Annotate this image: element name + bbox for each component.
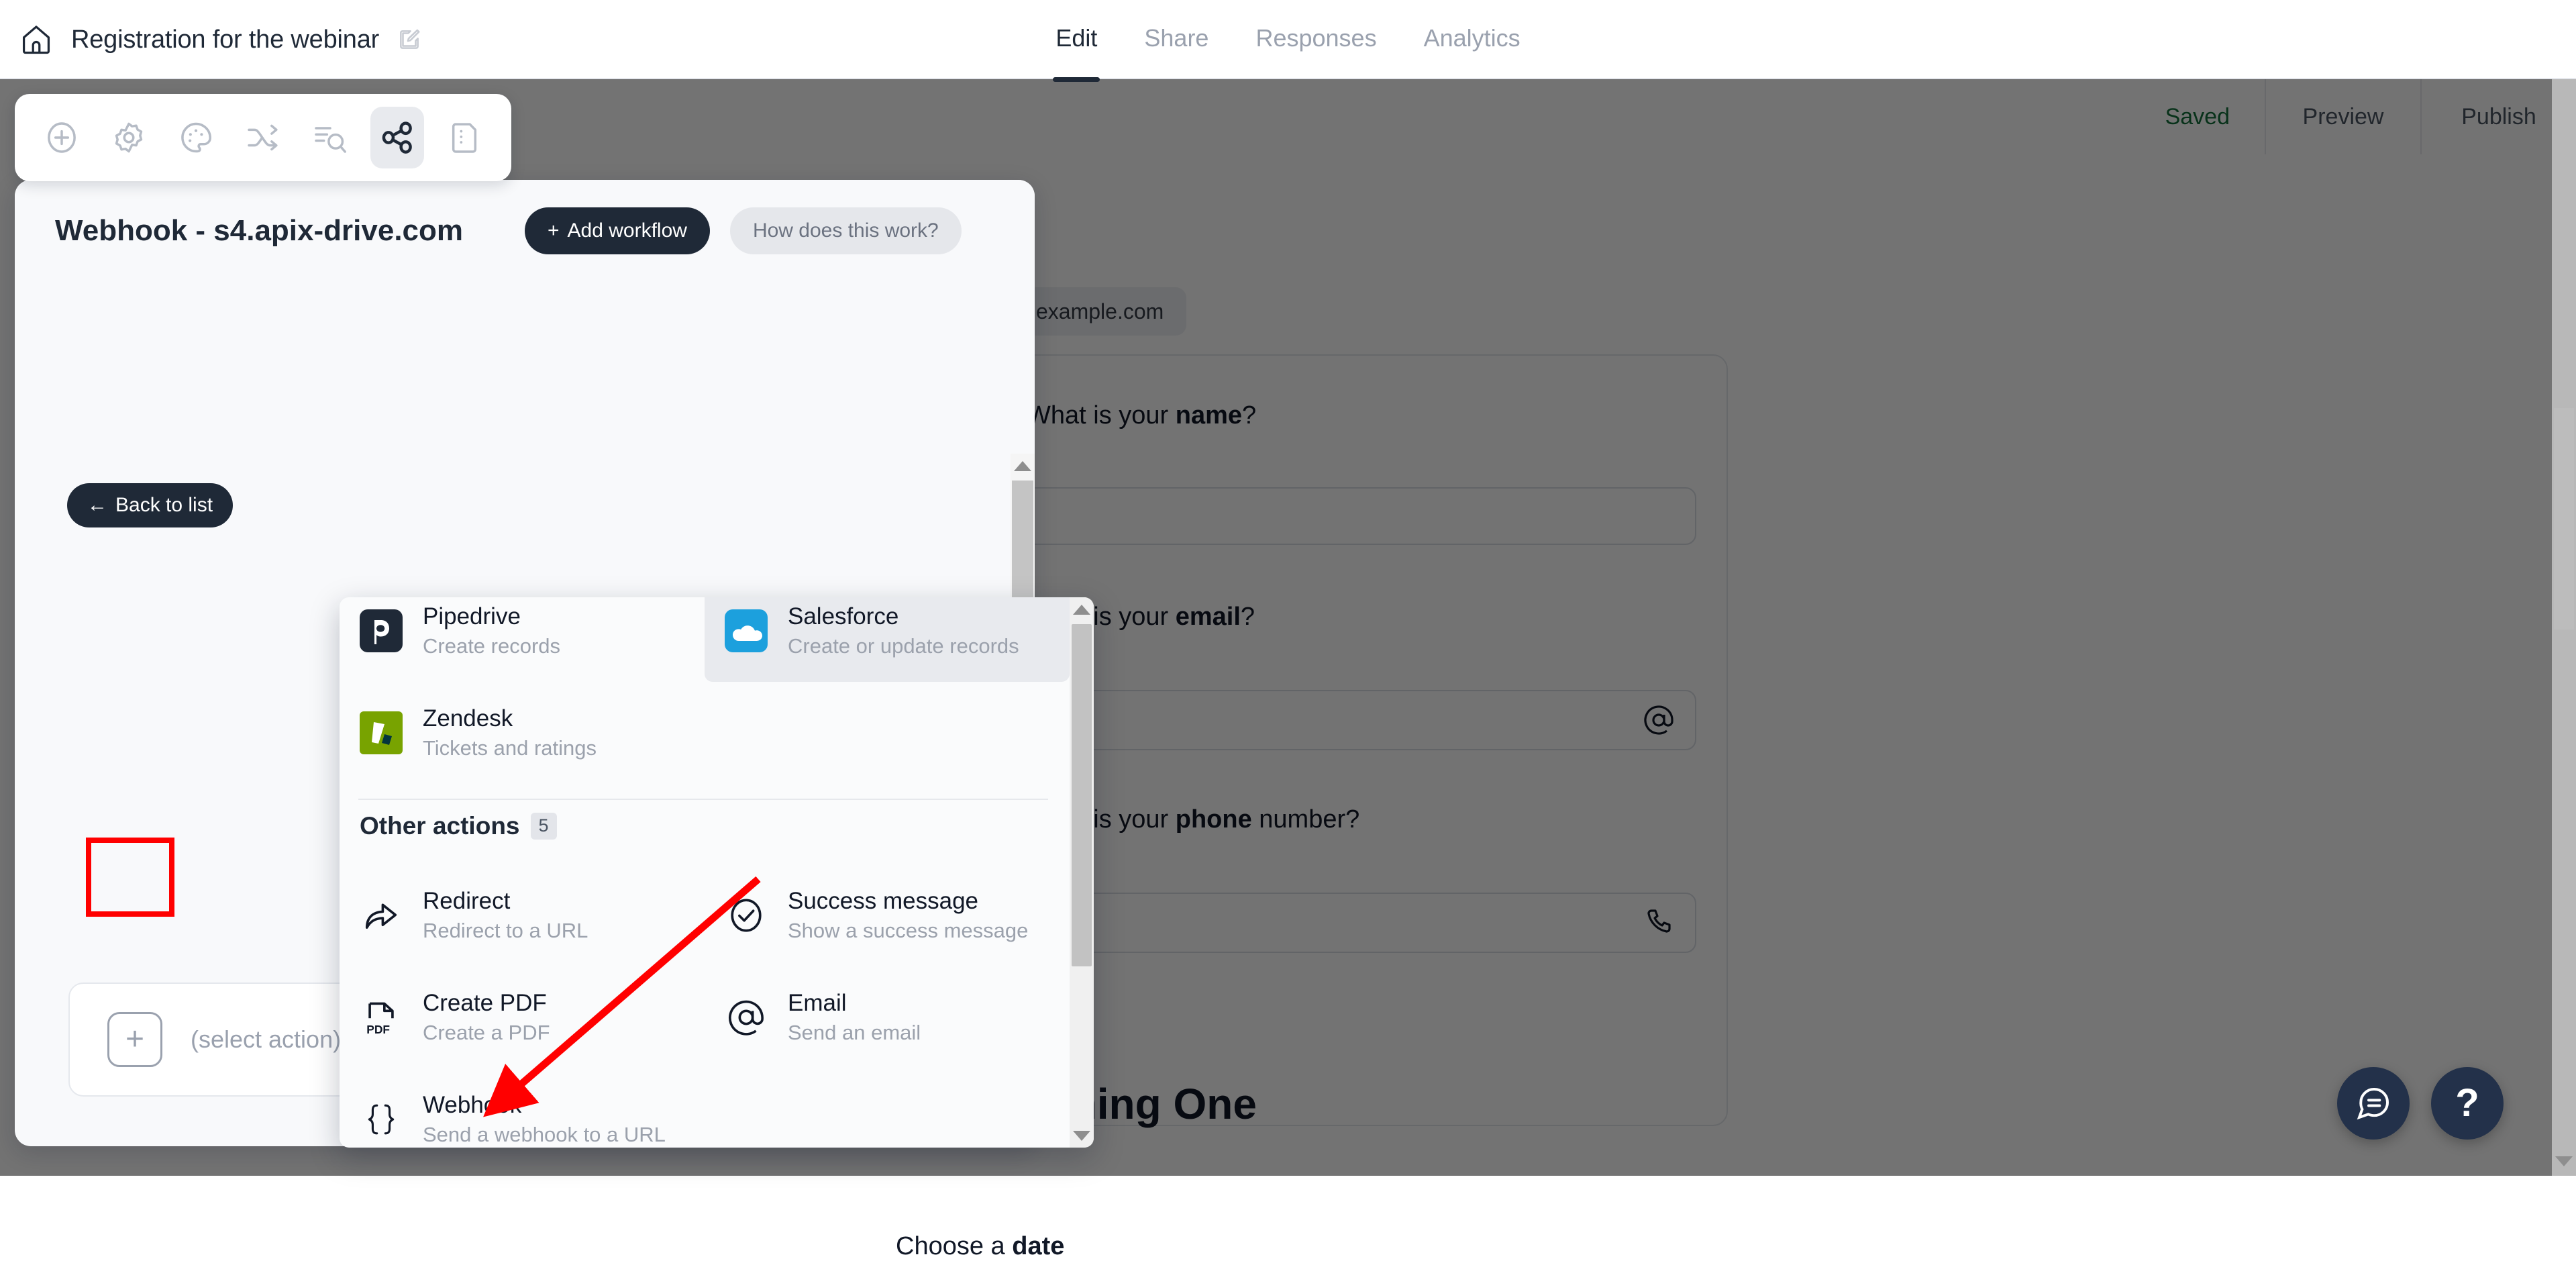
- theme-button[interactable]: [169, 107, 223, 168]
- tab-analytics[interactable]: Analytics: [1424, 24, 1521, 55]
- action-desc: Create records: [423, 634, 560, 658]
- action-name: Salesforce: [788, 603, 1019, 630]
- arrow-left-icon: ←: [87, 494, 107, 517]
- chat-bubble-icon: [2355, 1085, 2392, 1122]
- palette-icon: [177, 119, 215, 156]
- how-does-this-work-button[interactable]: How does this work?: [730, 207, 962, 254]
- integration-row: Zendesk Tickets and ratings: [340, 682, 1070, 784]
- other-actions-count: 5: [531, 813, 557, 840]
- dropdown-divider: [358, 799, 1048, 800]
- svg-text:PDF: PDF: [366, 1023, 390, 1036]
- dropdown-scroll-up-button[interactable]: [1070, 597, 1094, 621]
- action-desc: Send an email: [788, 1021, 921, 1045]
- integration-row: Pipedrive Create records Salesforce Crea…: [340, 597, 1070, 682]
- action-item-create-pdf[interactable]: PDF Create PDF Create a PDF: [340, 966, 705, 1068]
- action-desc: Send a webhook to a URL: [423, 1123, 666, 1147]
- salesforce-logo: [725, 609, 768, 652]
- settings-button[interactable]: [102, 107, 156, 168]
- page-scrollbar-thumb[interactable]: [2554, 408, 2574, 629]
- pipedrive-logo: [360, 609, 403, 652]
- action-item-pipedrive[interactable]: Pipedrive Create records: [340, 597, 705, 682]
- integration-grid: Pipedrive Create records Salesforce Crea…: [340, 597, 1070, 784]
- action-item-zendesk[interactable]: Zendesk Tickets and ratings: [340, 682, 705, 784]
- shuffle-logic-icon: [244, 119, 282, 156]
- question-label-date: Choose a date: [896, 1232, 1064, 1261]
- floating-buttons: ?: [2337, 1067, 2504, 1140]
- action-name: Email: [788, 990, 921, 1017]
- curly-braces-icon: [360, 1098, 403, 1141]
- other-actions-row: PDF Create PDF Create a PDF: [340, 966, 1070, 1068]
- redirect-arrow-icon: [360, 894, 403, 937]
- dropdown-scrollbar[interactable]: [1070, 597, 1094, 1148]
- select-action-label: (select action): [191, 1025, 341, 1054]
- at-email-icon: [725, 996, 768, 1039]
- other-actions-title: Other actions: [360, 812, 520, 840]
- action-name: Redirect: [423, 888, 588, 915]
- preview-doc-button[interactable]: [437, 107, 491, 168]
- action-item-success-message[interactable]: Success message Show a success message: [705, 864, 1070, 966]
- search-fields-button[interactable]: [303, 107, 357, 168]
- triangle-down-icon[interactable]: [2555, 1156, 2573, 1166]
- action-name: Pipedrive: [423, 603, 560, 630]
- plus-icon: +: [548, 219, 560, 242]
- other-actions-row: Redirect Redirect to a URL Success messa…: [340, 864, 1070, 966]
- tab-responses[interactable]: Responses: [1255, 24, 1376, 55]
- plus-circle-icon: [43, 119, 81, 156]
- feedback-chat-button[interactable]: [2337, 1067, 2410, 1140]
- workflow-header: Webhook - s4.apix-drive.com + Add workfl…: [15, 180, 1035, 282]
- page-scrollbar[interactable]: [2552, 79, 2576, 1176]
- share-network-icon: [378, 119, 416, 156]
- other-actions-header: Other actions 5: [360, 812, 557, 840]
- triangle-up-icon: [1014, 461, 1031, 471]
- top-bar: Registration for the webinar Edit Share …: [0, 0, 2576, 79]
- action-item-redirect[interactable]: Redirect Redirect to a URL: [340, 864, 705, 966]
- action-name: Create PDF: [423, 990, 550, 1017]
- editor-tabs: Edit Share Responses Analytics: [0, 0, 2576, 79]
- action-name: Webhook: [423, 1092, 666, 1119]
- back-to-list-button[interactable]: ← Back to list: [67, 483, 233, 527]
- help-button[interactable]: ?: [2431, 1067, 2504, 1140]
- action-desc: Create or update records: [788, 634, 1019, 658]
- add-workflow-button[interactable]: + Add workflow: [525, 207, 710, 254]
- add-block-button[interactable]: [35, 107, 89, 168]
- triangle-down-icon: [1073, 1131, 1090, 1141]
- document-icon: [446, 119, 483, 156]
- question-mark-icon: ?: [2455, 1084, 2479, 1123]
- check-circle-icon: [725, 894, 768, 937]
- pdf-file-icon: PDF: [360, 996, 403, 1039]
- add-workflow-label: Add workflow: [568, 219, 687, 242]
- integrations-button[interactable]: [370, 107, 424, 168]
- action-picker-list: Pipedrive Create records Salesforce Crea…: [340, 597, 1070, 1148]
- scroll-up-button[interactable]: [1011, 454, 1035, 478]
- action-item-webhook[interactable]: Webhook Send a webhook to a URL: [340, 1068, 705, 1148]
- tab-edit[interactable]: Edit: [1055, 24, 1097, 55]
- other-actions-grid: Redirect Redirect to a URL Success messa…: [340, 864, 1070, 1148]
- action-desc: Create a PDF: [423, 1021, 550, 1045]
- editor-toolbar: [15, 94, 511, 181]
- action-desc: Redirect to a URL: [423, 919, 588, 943]
- action-name: Success message: [788, 888, 1028, 915]
- dropdown-scrollbar-thumb[interactable]: [1072, 624, 1092, 966]
- action-item-salesforce[interactable]: Salesforce Create or update records: [705, 597, 1070, 682]
- gear-icon: [110, 119, 148, 156]
- triangle-up-icon: [1073, 605, 1090, 615]
- action-name: Zendesk: [423, 705, 597, 732]
- action-desc: Tickets and ratings: [423, 736, 597, 760]
- action-item-email[interactable]: Email Send an email: [705, 966, 1070, 1068]
- plus-square-icon[interactable]: +: [107, 1012, 162, 1067]
- action-picker-dropdown: Pipedrive Create records Salesforce Crea…: [340, 597, 1094, 1148]
- logic-button[interactable]: [236, 107, 290, 168]
- back-to-list-label: Back to list: [115, 494, 213, 517]
- zendesk-logo: [360, 711, 403, 754]
- other-actions-row: Webhook Send a webhook to a URL: [340, 1068, 1070, 1148]
- action-desc: Show a success message: [788, 919, 1028, 943]
- tab-share[interactable]: Share: [1144, 24, 1208, 55]
- workflow-title: Webhook - s4.apix-drive.com: [55, 214, 463, 248]
- search-list-icon: [311, 119, 349, 156]
- dropdown-scroll-down-button[interactable]: [1070, 1123, 1094, 1148]
